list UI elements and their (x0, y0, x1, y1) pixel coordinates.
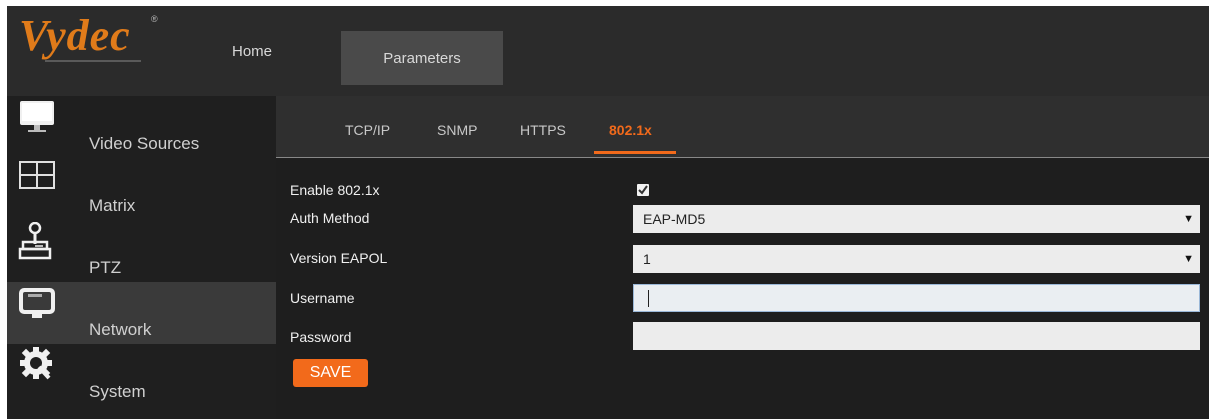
monitor-icon (20, 101, 54, 132)
auth-method-value: EAP-MD5 (643, 211, 706, 227)
sidebar-item-label: Matrix (89, 196, 136, 215)
logo-text: Vydec (19, 11, 131, 60)
sidebar-item-network[interactable]: Network (7, 282, 276, 344)
username-label: Username (290, 290, 355, 306)
check-icon (638, 185, 648, 195)
enable-8021x-label: Enable 802.1x (290, 182, 380, 198)
joystick-icon (18, 222, 52, 260)
dropdown-arrow-icon: ▼ (1183, 213, 1194, 225)
tab-https[interactable]: HTTPS (520, 122, 566, 138)
version-eapol-select[interactable]: 1 ▼ (633, 245, 1200, 273)
password-label: Password (290, 329, 352, 345)
grid-icon (19, 161, 55, 189)
app-window: Vydec ® Home Parameters Video Sources Ma… (7, 6, 1209, 419)
sidebar-item-matrix[interactable]: Matrix (7, 158, 276, 220)
auth-method-select[interactable]: EAP-MD5 ▼ (633, 205, 1200, 233)
version-eapol-label: Version EAPOL (290, 250, 388, 266)
vydec-logo[interactable]: Vydec ® (19, 10, 169, 70)
tab-tcpip[interactable]: TCP/IP (345, 122, 390, 138)
gear-icon (20, 347, 52, 380)
tab-snmp[interactable]: SNMP (437, 122, 477, 138)
sidebar-item-label: Network (89, 320, 152, 339)
tab-8021x[interactable]: 802.1x (609, 122, 652, 138)
main-panel: TCP/IP SNMP HTTPS 802.1x Enable 802.1x A… (276, 96, 1209, 419)
top-bar: Vydec ® Home Parameters (7, 6, 1209, 96)
password-input[interactable] (633, 322, 1200, 350)
enable-8021x-checkbox[interactable] (637, 184, 649, 196)
version-eapol-value: 1 (643, 251, 651, 267)
username-input[interactable] (633, 284, 1200, 312)
registered-mark: ® (151, 14, 158, 24)
network-device-icon (19, 288, 55, 318)
sidebar-item-video-sources[interactable]: Video Sources (7, 96, 276, 158)
sidebar: Video Sources Matrix PTZ Network System (7, 96, 276, 419)
active-tab-indicator (594, 151, 676, 154)
save-button[interactable]: SAVE (293, 359, 368, 387)
logo-tagline (45, 60, 141, 62)
sidebar-item-label: System (89, 382, 146, 401)
dropdown-arrow-icon: ▼ (1183, 253, 1194, 265)
text-caret (648, 290, 649, 307)
sidebar-item-label: Video Sources (89, 134, 200, 153)
auth-method-label: Auth Method (290, 210, 370, 226)
sidebar-item-ptz[interactable]: PTZ (7, 220, 276, 282)
nav-home[interactable]: Home (207, 6, 297, 96)
tab-bar: TCP/IP SNMP HTTPS 802.1x (276, 96, 1209, 158)
nav-parameters[interactable]: Parameters (341, 31, 503, 85)
sidebar-item-system[interactable]: System (7, 344, 276, 406)
sidebar-item-label: PTZ (89, 258, 122, 277)
